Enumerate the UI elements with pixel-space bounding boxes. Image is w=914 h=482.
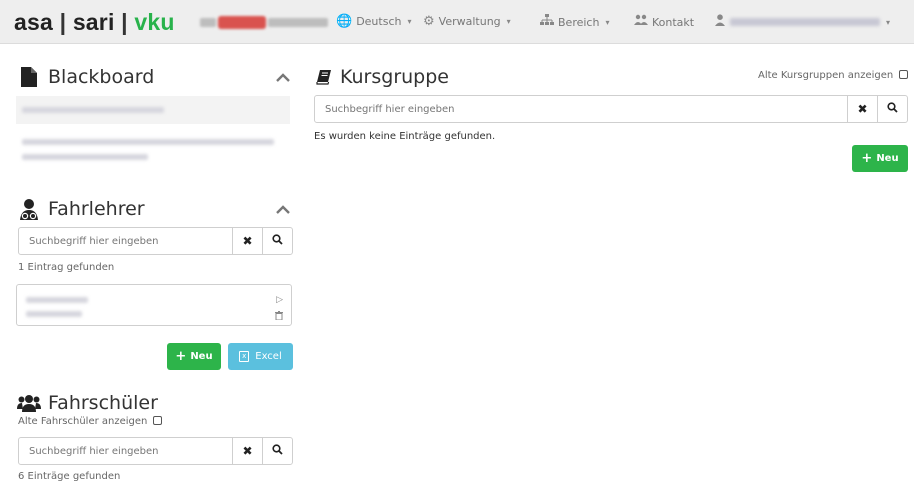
contacts-icon: [634, 14, 648, 30]
brand-logo[interactable]: asa | sari | vku: [14, 9, 175, 36]
plus-icon: +: [861, 151, 873, 166]
kursgruppe-show-old-label: Alte Kursgruppen anzeigen: [758, 70, 894, 81]
kursgruppe-show-old-toggle[interactable]: Alte Kursgruppen anzeigen: [758, 70, 909, 81]
fahrlehrer-new-label: Neu: [190, 351, 213, 362]
users-icon: [16, 394, 42, 412]
fahrlehrer-search-input[interactable]: [19, 228, 232, 254]
file-icon: [16, 67, 42, 87]
brand-separator-1: |: [59, 9, 67, 35]
nav-area-label: Bereich: [558, 15, 600, 29]
blackboard-item-2-text-blurred-line2: [22, 154, 148, 160]
nav-admin-label: Verwaltung: [438, 15, 501, 28]
fahrschueler-show-old-checkbox[interactable]: [153, 416, 163, 425]
nav-language-label: Deutsch: [356, 15, 402, 28]
environment-prefix-blur: [200, 17, 216, 27]
brand-asa: asa: [14, 9, 53, 35]
top-navbar: asa | sari | vku 🌐 Deutsch ▾ ⚙ Verwaltun…: [0, 0, 914, 44]
collapse-chevron-icon[interactable]: [276, 202, 290, 218]
close-icon: ✖: [242, 444, 253, 458]
fahrlehrer-search: ✖: [18, 227, 293, 255]
environment-badge: [218, 15, 266, 29]
nav-user-dropdown[interactable]: ▾: [714, 14, 890, 30]
chevron-down-icon: ▾: [506, 17, 511, 26]
environment-indicator-blurred: [200, 15, 328, 29]
fahrschueler-title: Fahrschüler: [48, 392, 158, 414]
search-icon: [272, 234, 283, 248]
collapse-chevron-icon[interactable]: [276, 70, 290, 86]
search-button[interactable]: [262, 228, 292, 254]
brand-sari: sari: [72, 9, 115, 35]
fahrlehrer-date-blurred: [26, 311, 82, 317]
fahrlehrer-name-blurred: [26, 297, 88, 303]
user-icon: [714, 14, 726, 30]
fahrlehrer-new-button[interactable]: + Neu: [167, 343, 221, 370]
fahrlehrer-title: Fahrlehrer: [48, 198, 145, 220]
clear-search-button[interactable]: ✖: [847, 96, 877, 122]
fahrschueler-show-old-toggle[interactable]: Alte Fahrschüler anzeigen: [18, 416, 163, 427]
blackboard-header: Blackboard: [16, 66, 154, 88]
blackboard-item-1-text-blurred: [22, 107, 164, 113]
brand-separator-2: |: [121, 9, 128, 35]
nav-contact-link[interactable]: Kontakt: [634, 14, 694, 30]
nav-user-email-blurred: [730, 18, 880, 26]
fahrlehrer-header: Fahrlehrer: [16, 198, 145, 220]
search-button[interactable]: [262, 438, 292, 464]
clear-search-button[interactable]: ✖: [232, 228, 262, 254]
clear-search-button[interactable]: ✖: [232, 438, 262, 464]
kursgruppe-search-input[interactable]: [315, 96, 847, 122]
play-circle-icon[interactable]: ▷: [276, 295, 283, 305]
excel-file-icon: x: [239, 351, 250, 362]
chevron-down-icon: ▾: [605, 17, 610, 27]
fahrschueler-search: ✖: [18, 437, 293, 465]
blackboard-item-2-text-blurred[interactable]: [22, 139, 274, 145]
kursgruppe-title: Kursgruppe: [340, 66, 449, 88]
nav-admin-dropdown[interactable]: ⚙ Verwaltung ▾: [423, 14, 511, 29]
kursgruppe-search: ✖: [314, 95, 908, 123]
fahrlehrer-result-count: 1 Eintrag gefunden: [18, 262, 115, 273]
fahrschueler-result-count: 6 Einträge gefunden: [18, 471, 121, 482]
environment-name-blur: [268, 17, 328, 27]
kursgruppe-empty-message: Es wurden keine Einträge gefunden.: [314, 131, 496, 142]
kursgruppe-header: Kursgruppe: [314, 66, 449, 88]
fahrschueler-show-old-label: Alte Fahrschüler anzeigen: [18, 416, 148, 427]
cogs-icon: ⚙: [423, 14, 435, 29]
fahrschueler-search-input[interactable]: [19, 438, 232, 464]
sitemap-icon: [540, 14, 554, 30]
search-button[interactable]: [877, 96, 907, 122]
fahrlehrer-list-item[interactable]: ▷: [16, 284, 292, 326]
trash-icon[interactable]: [275, 311, 283, 323]
fahrlehrer-excel-button[interactable]: x Excel: [228, 343, 293, 370]
kursgruppe-show-old-checkbox[interactable]: [899, 70, 909, 79]
plus-icon: +: [175, 349, 187, 364]
nav-language-dropdown[interactable]: 🌐 Deutsch ▾: [336, 14, 411, 29]
nav-area-dropdown[interactable]: Bereich ▾: [540, 14, 609, 30]
book-icon: [314, 69, 334, 85]
globe-icon: 🌐: [336, 14, 353, 29]
close-icon: ✖: [857, 102, 868, 116]
kursgruppe-new-button[interactable]: + Neu: [852, 145, 908, 172]
nav-contact-label: Kontakt: [652, 15, 695, 29]
search-icon: [887, 102, 898, 116]
search-icon: [272, 444, 283, 458]
driving-instructor-icon: [16, 198, 42, 220]
brand-vku: vku: [134, 9, 175, 35]
chevron-down-icon: ▾: [407, 17, 412, 26]
close-icon: ✖: [242, 234, 253, 248]
fahrlehrer-excel-label: Excel: [255, 351, 282, 362]
blackboard-title: Blackboard: [48, 66, 155, 88]
chevron-down-icon: ▾: [886, 17, 891, 27]
kursgruppe-new-label: Neu: [876, 153, 899, 164]
fahrschueler-header: Fahrschüler: [16, 392, 158, 414]
